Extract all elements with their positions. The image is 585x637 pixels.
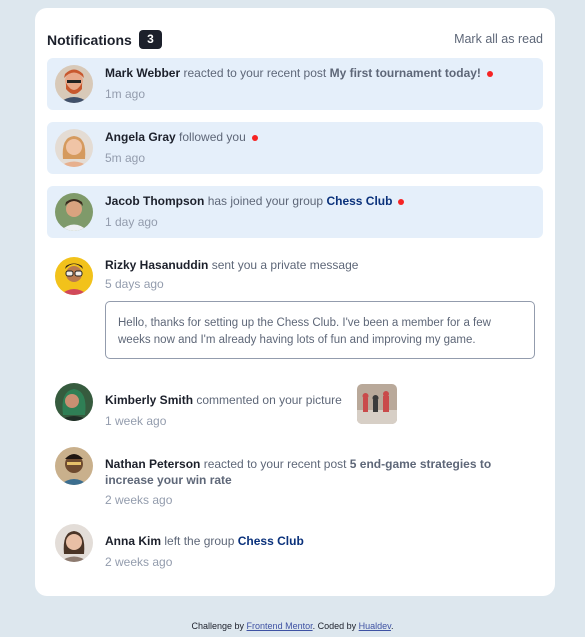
timestamp: 2 weeks ago <box>105 493 173 507</box>
avatar <box>55 383 93 421</box>
timestamp: 1m ago <box>105 87 146 101</box>
notification-text: Kimberly Smith commented on your picture <box>105 392 525 408</box>
unread-dot-icon <box>398 198 405 205</box>
notification-text: Rizky Hasanuddin sent you a private mess… <box>105 257 525 273</box>
timestamp: 2 weeks ago <box>105 555 173 569</box>
avatar <box>55 524 93 562</box>
avatar <box>55 257 93 295</box>
notification-item[interactable]: Anna Kim left the group Chess Club 2 wee… <box>47 519 543 571</box>
notification-action: commented on your picture <box>196 393 342 407</box>
footer-text: . <box>391 621 394 631</box>
avatar <box>55 447 93 485</box>
notification-item[interactable]: Kimberly Smith commented on your picture… <box>47 378 543 430</box>
commented-picture[interactable] <box>357 384 397 424</box>
notification-text: Nathan Peterson reacted to your recent p… <box>105 456 525 488</box>
notification-action: sent you a private message <box>211 258 359 272</box>
author-link[interactable]: Hualdev <box>359 621 391 631</box>
notification-action: reacted to your recent post <box>203 457 347 471</box>
user-name-link[interactable]: Angela Gray <box>105 130 176 144</box>
notification-action: has joined your group <box>207 194 324 208</box>
notifications-card: Notifications 3 Mark all as read Mark We… <box>35 8 555 596</box>
unread-dot-icon <box>251 134 258 141</box>
avatar <box>55 65 93 103</box>
post-link[interactable]: My first tournament today! <box>330 66 481 80</box>
timestamp: 1 day ago <box>105 215 158 229</box>
user-name-link[interactable]: Kimberly Smith <box>105 393 193 407</box>
notification-action: left the group <box>164 534 235 548</box>
user-name-link[interactable]: Mark Webber <box>105 66 180 80</box>
notification-item[interactable]: Nathan Peterson reacted to your recent p… <box>47 442 543 508</box>
notification-item[interactable]: Jacob Thompson has joined your group Che… <box>47 186 543 238</box>
avatar <box>55 193 93 231</box>
timestamp: 5m ago <box>105 151 146 165</box>
user-name-link[interactable]: Nathan Peterson <box>105 457 200 471</box>
notification-action: reacted to your recent post <box>183 66 327 80</box>
notification-text: Angela Gray followed you <box>105 129 525 145</box>
footer-text: . Coded by <box>312 621 357 631</box>
group-link[interactable]: Chess Club <box>238 534 304 548</box>
user-name-link[interactable]: Rizky Hasanuddin <box>105 258 208 272</box>
unread-dot-icon <box>486 70 493 77</box>
notification-text: Jacob Thompson has joined your group Che… <box>105 193 525 209</box>
frontend-mentor-link[interactable]: Frontend Mentor <box>247 621 313 631</box>
notifications-header: Notifications 3 Mark all as read <box>47 30 543 50</box>
notification-text: Anna Kim left the group Chess Club <box>105 533 525 549</box>
user-name-link[interactable]: Anna Kim <box>105 534 161 548</box>
notification-text: Mark Webber reacted to your recent post … <box>105 65 525 81</box>
notification-item[interactable]: Mark Webber reacted to your recent post … <box>47 58 543 110</box>
avatar <box>55 129 93 167</box>
attribution-footer: Challenge by Frontend Mentor. Coded by H… <box>0 621 585 631</box>
timestamp: 5 days ago <box>105 277 164 291</box>
group-link[interactable]: Chess Club <box>326 194 392 208</box>
user-name-link[interactable]: Jacob Thompson <box>105 194 204 208</box>
private-message[interactable]: Hello, thanks for setting up the Chess C… <box>105 301 535 359</box>
page-title: Notifications <box>47 32 132 48</box>
footer-text: Challenge by <box>191 621 245 631</box>
unread-count-badge: 3 <box>139 30 162 49</box>
notification-item[interactable]: Rizky Hasanuddin sent you a private mess… <box>47 250 543 366</box>
timestamp: 1 week ago <box>105 414 167 428</box>
notification-item[interactable]: Angela Gray followed you 5m ago <box>47 122 543 174</box>
mark-all-read-button[interactable]: Mark all as read <box>454 32 543 46</box>
notification-action: followed you <box>179 130 246 144</box>
